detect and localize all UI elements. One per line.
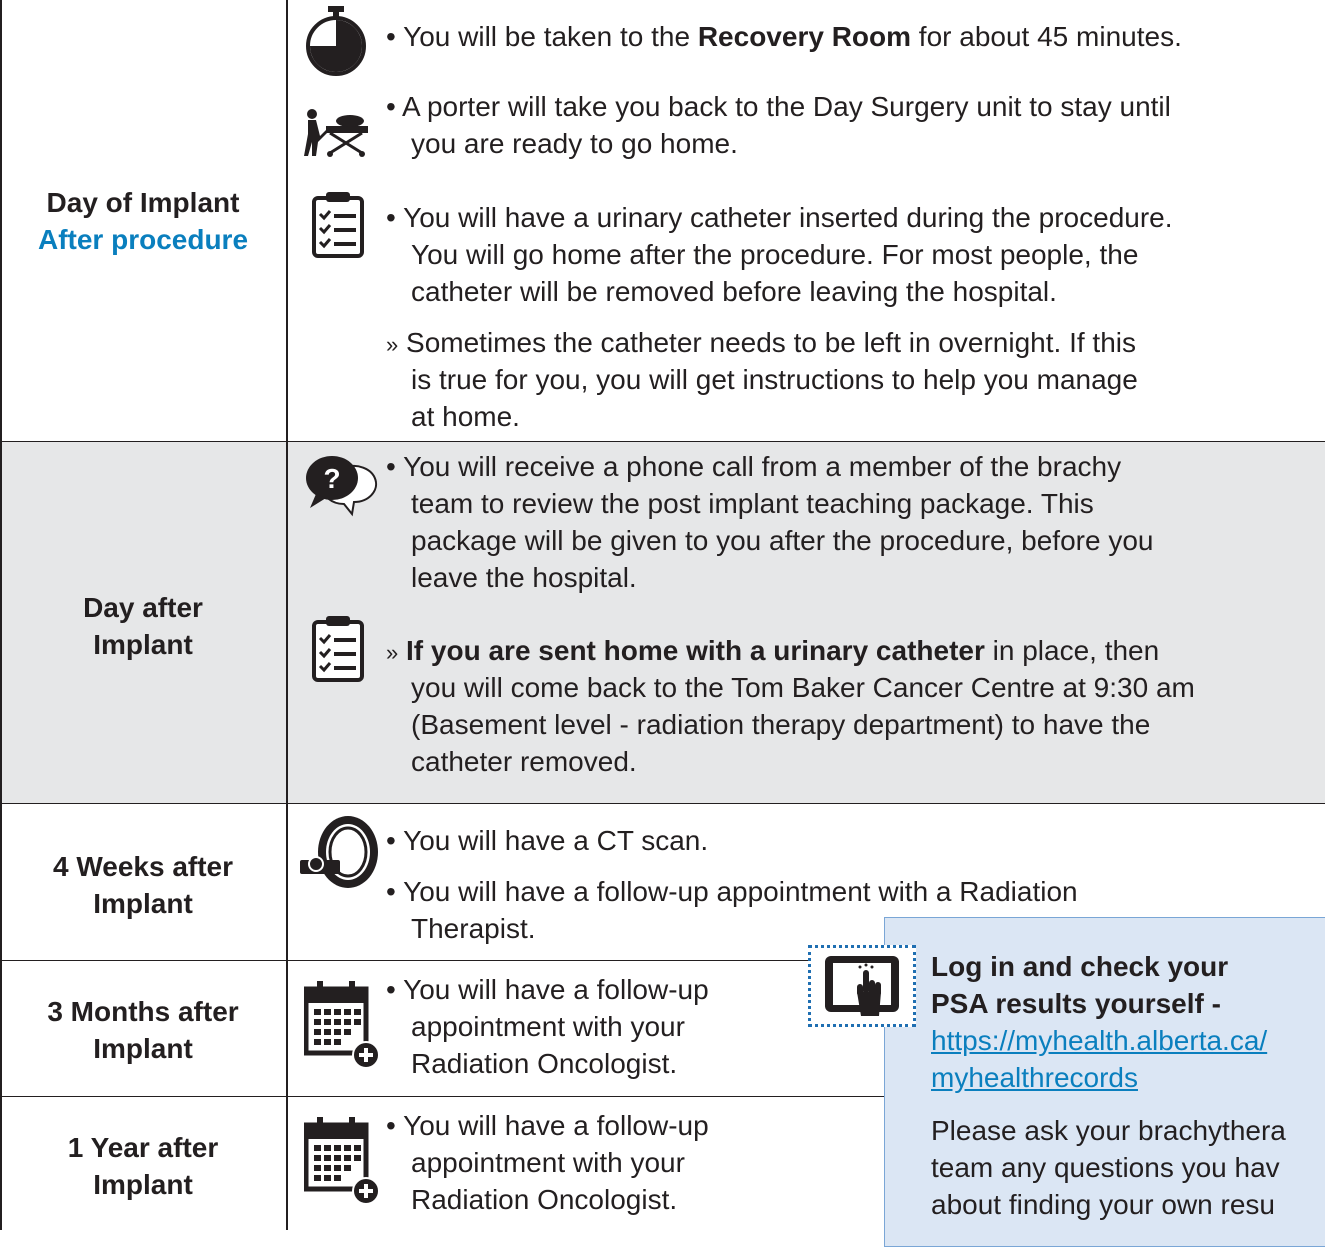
row-day-of-implant: Day of Implant After procedure • You wil… <box>0 0 1325 441</box>
myhealth-records-link[interactable]: https://myhealth.alberta.ca/ <box>931 1022 1267 1059</box>
clipboard-checklist-icon <box>312 616 364 682</box>
label-line: Implant <box>93 1169 193 1200</box>
bullet: » <box>386 332 399 357</box>
column-divider <box>286 0 288 1230</box>
myhealth-records-link-continued[interactable]: myhealthrecords <box>931 1059 1138 1096</box>
clipboard-checklist-icon <box>312 192 364 258</box>
label-line: 3 Months after <box>47 996 239 1027</box>
item-text: Sometimes the catheter needs to be left … <box>406 327 1136 358</box>
item-text: for about 45 minutes. <box>911 21 1182 52</box>
callout-body-line: about finding your own resu <box>931 1189 1275 1220</box>
item-text: You will have a CT scan. <box>403 825 709 856</box>
list-item: • You will have a CT scan. <box>386 822 708 859</box>
list-item: • You will have a follow-up <box>386 971 709 1008</box>
list-item-continued: Radiation Oncologist. <box>411 1184 678 1215</box>
list-item-continued: is true for you, you will get instructio… <box>411 364 1138 395</box>
sub-list-item: » If you are sent home with a urinary ca… <box>386 632 1159 671</box>
item-text: You will have a follow-up <box>403 974 709 1005</box>
row-label: Day after Implant <box>0 589 286 663</box>
list-item-continued: (Basement level - radiation therapy depa… <box>411 709 1151 740</box>
list-item: • You will be taken to the Recovery Room… <box>386 18 1182 55</box>
item-text: You will be taken to the <box>403 21 698 52</box>
label-line: 1 Year after <box>67 1132 219 1163</box>
item-text: in place, then <box>984 635 1160 666</box>
sub-list-item: » Sometimes the catheter needs to be lef… <box>386 324 1136 363</box>
label-accent-line: After procedure <box>37 224 249 255</box>
row-label: Day of Implant After procedure <box>0 184 286 258</box>
row-label: 4 Weeks after Implant <box>0 848 286 922</box>
list-item: • You will have a follow-up appointment … <box>386 873 1078 910</box>
list-item-continued: leave the hospital. <box>411 562 637 593</box>
bullet: • <box>386 91 396 122</box>
bullet: • <box>386 451 396 482</box>
bullet: • <box>386 1110 396 1141</box>
list-item: • You will receive a phone call from a m… <box>386 448 1121 485</box>
list-item-continued: appointment with your <box>411 1011 685 1042</box>
list-item-continued: Therapist. <box>411 913 536 944</box>
callout-body-line: Please ask your brachythera <box>931 1115 1286 1146</box>
list-item-continued: You will go home after the procedure. Fo… <box>411 239 1139 270</box>
svg-text:?: ? <box>323 463 340 494</box>
list-item-continued: appointment with your <box>411 1147 685 1178</box>
stretcher-porter-icon <box>304 109 368 157</box>
question-speech-bubbles-icon: ? <box>306 456 378 517</box>
row-label: 3 Months after Implant <box>0 993 286 1067</box>
callout-heading-line: Log in and check your <box>931 951 1229 982</box>
list-item-continued: catheter will be removed before leaving … <box>411 276 1057 307</box>
bullet: » <box>386 640 399 665</box>
item-text: You will receive a phone call from a mem… <box>403 451 1122 482</box>
list-item-continued: package will be given to you after the p… <box>411 525 1154 556</box>
bullet: • <box>386 825 396 856</box>
label-line: Day after <box>83 592 203 623</box>
row-day-after-implant: Day after Implant ? • You will receive a… <box>0 441 1325 803</box>
item-bold-text: Recovery Room <box>697 21 912 52</box>
bullet: • <box>386 974 396 1005</box>
list-item-continued: team to review the post implant teaching… <box>411 488 1094 519</box>
callout-heading-line: PSA results yourself - <box>931 988 1221 1019</box>
tablet-touch-icon <box>825 956 899 1016</box>
list-item-continued: you are ready to go home. <box>411 128 738 159</box>
tablet-touch-icon-frame <box>808 945 916 1027</box>
bullet: • <box>386 21 396 52</box>
table-left-border <box>0 0 2 1230</box>
stopwatch-icon <box>306 6 366 76</box>
ct-scanner-icon <box>300 816 378 888</box>
list-item: • A porter will take you back to the Day… <box>386 88 1171 125</box>
item-bold-text: If you are sent home with a urinary cath… <box>406 635 985 666</box>
label-line: Implant <box>93 1033 193 1064</box>
list-item-continued: Radiation Oncologist. <box>411 1048 678 1079</box>
bullet: • <box>386 202 396 233</box>
item-text: A porter will take you back to the Day S… <box>402 91 1171 122</box>
item-text: You will have a follow-up <box>403 1110 709 1141</box>
list-item: • You will have a urinary catheter inser… <box>386 199 1173 236</box>
label-line: Implant <box>93 888 193 919</box>
label-line: Implant <box>93 629 193 660</box>
item-text: You will have a urinary catheter inserte… <box>403 202 1173 233</box>
calendar-add-icon <box>304 1117 380 1205</box>
psa-results-callout: Log in and check your PSA results yourse… <box>884 917 1325 1247</box>
label-line: Day of Implant <box>46 187 240 218</box>
row-label: 1 Year after Implant <box>0 1129 286 1203</box>
item-text: You will have a follow-up appointment wi… <box>403 876 1078 907</box>
list-item-continued: at home. <box>411 401 520 432</box>
list-item: • You will have a follow-up <box>386 1107 709 1144</box>
calendar-add-icon <box>304 981 380 1069</box>
list-item-continued: catheter removed. <box>411 746 637 777</box>
callout-body-line: team any questions you hav <box>931 1152 1280 1183</box>
bullet: • <box>386 876 396 907</box>
label-line: 4 Weeks after <box>52 851 234 882</box>
list-item-continued: you will come back to the Tom Baker Canc… <box>411 672 1195 703</box>
